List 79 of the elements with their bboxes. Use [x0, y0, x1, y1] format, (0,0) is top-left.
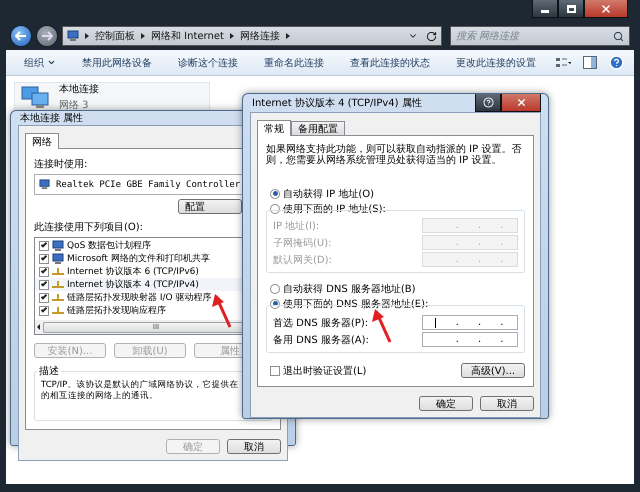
help-icon[interactable] [609, 55, 624, 70]
ip-address-field[interactable]: . . . [422, 315, 518, 330]
radio-button[interactable] [270, 204, 280, 214]
tab[interactable]: 网络 [25, 133, 59, 149]
toolbar-button[interactable]: 重命名此连接 [256, 54, 332, 72]
checkbox[interactable] [39, 254, 49, 264]
refresh-icon [426, 30, 437, 42]
radio-label: 自动获得 IP 地址(O) [283, 188, 374, 200]
computer-icon [52, 252, 64, 264]
close-icon [516, 97, 526, 108]
close-icon [600, 2, 612, 14]
field-label: IP 地址(I): [273, 220, 320, 232]
radio-button[interactable] [270, 284, 280, 294]
checkbox-label: 退出时验证设置(L) [283, 364, 366, 378]
close-button[interactable] [584, 0, 628, 18]
checkbox[interactable] [39, 240, 49, 250]
group-title: 描述 [38, 364, 60, 378]
back-button[interactable] [10, 25, 32, 47]
view-options-icon [555, 56, 571, 68]
forward-arrow-icon [41, 31, 53, 41]
radio-button[interactable] [270, 298, 280, 308]
breadcrumb-item[interactable]: 网络连接 [240, 29, 280, 43]
field-label: 备用 DNS 服务器(A): [273, 334, 369, 346]
field-label: 默认网关(D): [273, 254, 332, 266]
dialog-title: 本地连接 属性 [19, 112, 84, 125]
radio-label: 自动获得 DNS 服务器地址(B) [283, 282, 416, 296]
address-bar[interactable]: 控制面板 网络和 Internet 网络连接 [62, 26, 442, 46]
checkbox[interactable] [39, 266, 49, 276]
help-icon [482, 97, 494, 108]
annotation-arrow [212, 294, 232, 328]
description-text: TCP/IP。该协议是默认的广域网络协议，它提供在 的相互连接的网络上的通讯。 [41, 380, 240, 403]
dialog-button[interactable]: 确定 [419, 396, 473, 411]
tab[interactable]: 常规 [257, 120, 291, 136]
preview-pane-icon [583, 56, 597, 69]
configure-button[interactable]: 配置 [178, 199, 242, 214]
connect-using-label: 连接时使用: [34, 158, 88, 171]
protocol-icon [52, 268, 64, 276]
connection-network: 网络 3 [59, 99, 90, 112]
tab[interactable]: 备用配置 [291, 121, 345, 135]
radio-button[interactable] [270, 188, 280, 198]
connection-name: 本地连接 [59, 82, 99, 96]
checkbox[interactable] [270, 366, 280, 376]
connection-tile[interactable]: 本地连接 网络 3 [14, 82, 210, 112]
computer-icon [39, 179, 50, 190]
minimize-icon [541, 10, 549, 13]
checkbox[interactable] [39, 306, 49, 316]
field-label: 子网掩码(U): [273, 236, 332, 250]
maximize-button[interactable] [558, 0, 584, 18]
toolbar-button[interactable]: 禁用此网络设备 [74, 54, 160, 72]
forward-button[interactable] [36, 25, 58, 47]
items-label: 此连接使用下列项目(O): [34, 220, 144, 234]
toolbar-button[interactable]: 组织 [16, 54, 64, 72]
breadcrumb-item[interactable]: 控制面板 [95, 29, 135, 43]
toolbar-button[interactable]: 诊断这个连接 [170, 54, 246, 72]
toolbar-button[interactable]: 查看此连接的状态 [342, 54, 438, 72]
breadcrumb-item[interactable]: 网络和 Internet [151, 29, 224, 43]
network-computers-icon [21, 85, 51, 109]
search-icon [613, 30, 624, 42]
computer-icon [67, 30, 79, 42]
annotation-arrow [372, 309, 392, 343]
minimize-button[interactable] [532, 0, 558, 18]
checkbox[interactable] [39, 292, 49, 302]
protocol-icon [52, 306, 64, 314]
field-label: 首选 DNS 服务器(P): [273, 316, 368, 330]
checkbox[interactable] [39, 280, 49, 290]
help-button[interactable] [475, 94, 501, 112]
toolbar-button[interactable]: 更改此连接的设置 [448, 54, 544, 72]
close-button[interactable] [501, 94, 541, 112]
dialog-button[interactable]: 取消 [227, 439, 281, 454]
protocol-icon [52, 294, 64, 302]
protocol-icon [52, 280, 64, 288]
dialog-title: Internet 协议版本 4 (TCP/IPv4) 属性 [251, 96, 422, 110]
intro-text: 如果网络支持此功能，则可以获取自动指派的 IP 设置。否则，您需要从网络系统管理员处获得适当的 IP 设置。 [266, 144, 522, 166]
back-arrow-icon [15, 31, 27, 41]
ip-address-field[interactable]: . . . [422, 332, 518, 347]
advanced-button[interactable]: 高级(V)... [461, 363, 525, 378]
maximize-icon [566, 4, 576, 12]
dialog-button[interactable]: 取消 [480, 396, 534, 411]
computer-icon [52, 240, 64, 252]
